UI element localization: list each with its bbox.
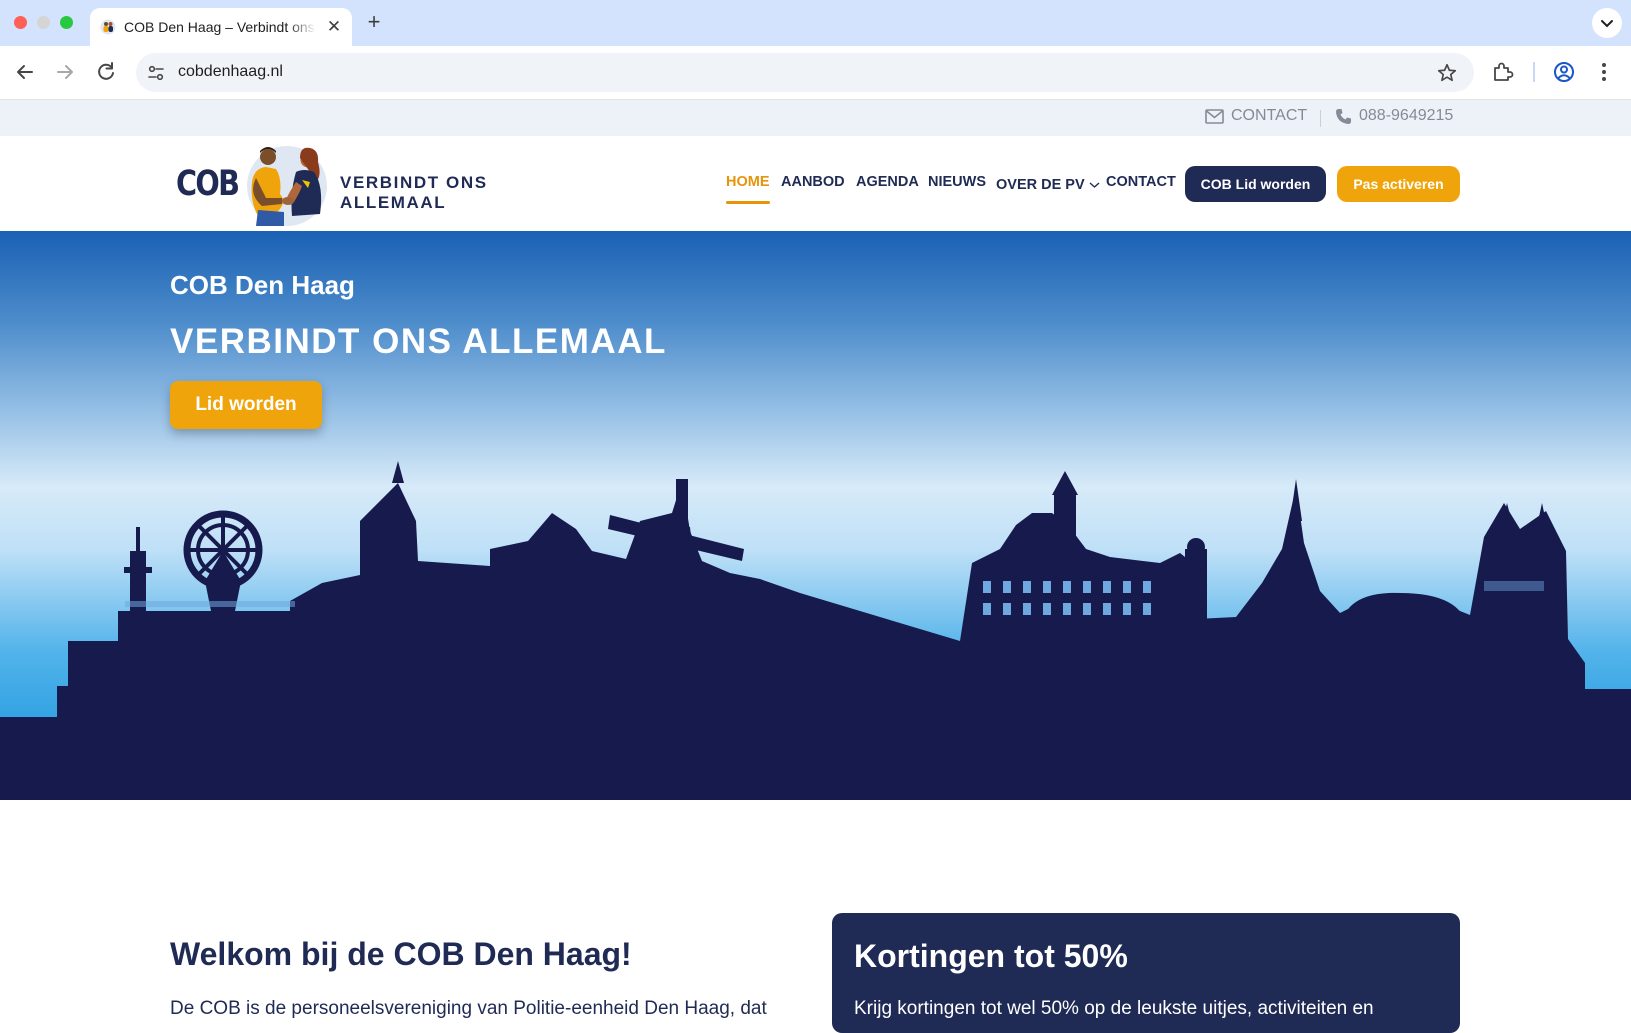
nav-nieuws[interactable]: NIEUWS	[928, 174, 986, 196]
logo-handshake-illustration	[247, 146, 327, 226]
nav-aanbod[interactable]: AANBOD	[781, 174, 845, 196]
welcome-heading: Welkom bij de COB Den Haag!	[170, 936, 632, 972]
nav-contact[interactable]: CONTACT	[1106, 174, 1176, 196]
minimize-window-button[interactable]	[37, 16, 50, 29]
tab-title: COB Den Haag – Verbindt ons allemaal	[124, 19, 316, 35]
logo-tagline: VERBINDT ONS ALLEMAAL	[340, 173, 488, 212]
maximize-window-button[interactable]	[60, 16, 73, 29]
bookmark-star-icon[interactable]	[1436, 62, 1458, 84]
nav-home[interactable]: HOME	[726, 174, 770, 196]
cob-lid-worden-button[interactable]: COB Lid worden	[1185, 166, 1326, 202]
site-header: COB VERBINDT ONS ALLEMAAL HOME AANBOD AG…	[0, 136, 1631, 231]
pas-activeren-button[interactable]: Pas activeren	[1337, 166, 1460, 202]
hero-title: VERBINDT ONS ALLEMAAL	[170, 322, 667, 361]
discount-card: Kortingen tot 50% Krijg kortingen tot we…	[832, 913, 1460, 1033]
discount-card-text: Krijg kortingen tot wel 50% op de leukst…	[854, 998, 1374, 1019]
address-bar[interactable]: cobdenhaag.nl	[136, 53, 1474, 92]
the-hague-skyline-illustration	[0, 461, 1631, 800]
topbar-phone-number: 088-9649215	[1359, 107, 1454, 124]
toolbar-separator	[1533, 62, 1535, 82]
browser-tab-bar: COB Den Haag – Verbindt ons allemaal ✕ +	[0, 0, 1631, 46]
back-arrow-icon[interactable]	[11, 58, 39, 86]
utility-bar: CONTACT 088-9649215	[0, 100, 1631, 136]
close-window-button[interactable]	[14, 16, 27, 29]
phone-icon	[1336, 108, 1351, 124]
topbar-phone-link[interactable]: 088-9649215	[1335, 107, 1453, 125]
welcome-paragraph: De COB is de personeelsvereniging van Po…	[170, 998, 767, 1019]
reload-icon[interactable]	[92, 58, 120, 86]
site-favicon-icon	[100, 19, 116, 35]
forward-arrow-icon[interactable]	[51, 58, 79, 86]
extensions-puzzle-icon[interactable]	[1490, 59, 1516, 85]
lid-worden-button[interactable]: Lid worden	[170, 381, 322, 429]
more-options-icon[interactable]	[1591, 59, 1617, 85]
url-text: cobdenhaag.nl	[178, 63, 283, 80]
logo-wordmark: COB	[176, 164, 240, 204]
new-tab-button[interactable]: +	[362, 10, 386, 34]
nav-over-de-pv[interactable]: OVER DE PV	[996, 174, 1100, 196]
site-logo[interactable]: COB VERBINDT ONS ALLEMAAL	[176, 142, 596, 226]
topbar-contact-label: CONTACT	[1231, 107, 1308, 124]
hero-banner: COB Den Haag VERBINDT ONS ALLEMAAL Lid w…	[0, 231, 1631, 800]
nav-over-de-pv-label: OVER DE PV	[996, 177, 1085, 193]
hero-subtitle: COB Den Haag	[170, 270, 355, 300]
nav-agenda[interactable]: AGENDA	[856, 174, 919, 196]
browser-tab-active[interactable]: COB Den Haag – Verbindt ons allemaal ✕	[90, 8, 352, 46]
topbar-contact-link[interactable]: CONTACT	[1205, 107, 1307, 125]
site-settings-icon[interactable]	[146, 63, 166, 83]
close-tab-icon[interactable]: ✕	[324, 17, 344, 37]
envelope-icon	[1205, 108, 1224, 124]
topbar-divider	[1320, 110, 1321, 127]
browser-toolbar: cobdenhaag.nl	[0, 46, 1631, 100]
chevron-down-icon	[1601, 20, 1613, 28]
tab-search-button[interactable]	[1592, 8, 1622, 38]
chevron-down-icon	[1089, 182, 1100, 188]
discount-card-title: Kortingen tot 50%	[854, 938, 1128, 974]
profile-avatar-icon[interactable]	[1551, 59, 1577, 85]
nav-active-underline	[726, 201, 770, 204]
